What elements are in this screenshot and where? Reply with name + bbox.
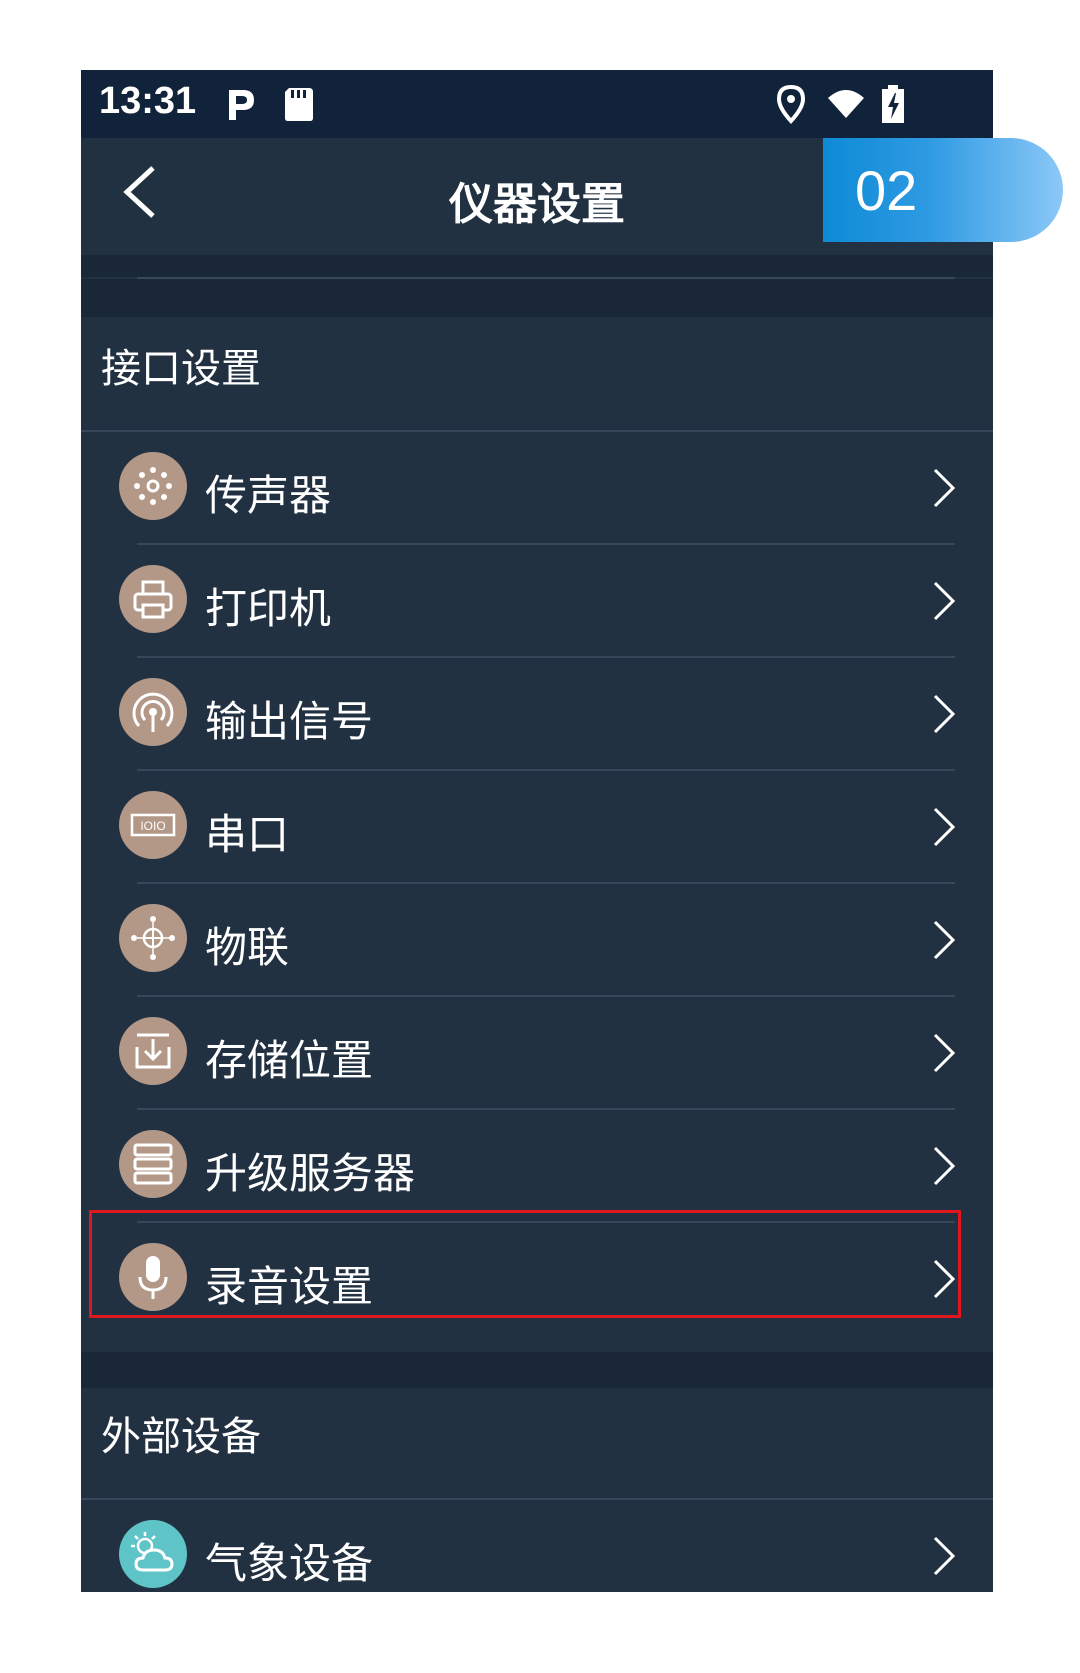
list-item-weather-device[interactable]: 气象设备 <box>81 1500 993 1592</box>
parking-icon <box>221 84 261 124</box>
list-item-label: 物联 <box>205 923 290 972</box>
chevron-right-icon <box>933 468 956 508</box>
separator-band <box>81 1352 993 1388</box>
battery-charging-icon <box>878 84 908 124</box>
signal-broadcast-icon <box>119 678 187 746</box>
location-icon <box>771 84 811 124</box>
chevron-right-icon <box>933 1033 956 1073</box>
status-bar: 13:31 <box>81 70 993 138</box>
section-title-interface: 接口设置 <box>101 346 261 392</box>
storage-download-icon <box>119 1017 187 1085</box>
chevron-right-icon <box>933 581 956 621</box>
step-badge-number: 02 <box>855 159 918 222</box>
chevron-right-icon <box>933 1146 956 1186</box>
list-item-storage-location[interactable]: 存储位置 <box>81 997 993 1110</box>
list-item-label: 传声器 <box>205 471 332 520</box>
list-item-label: 升级服务器 <box>205 1149 416 1198</box>
serial-port-icon: IOIO <box>119 791 187 859</box>
list-item-upgrade-server[interactable]: 升级服务器 <box>81 1110 993 1223</box>
list-item-output-signal[interactable]: 输出信号 <box>81 658 993 771</box>
highlight-frame <box>89 1210 961 1318</box>
chevron-right-icon <box>933 694 956 734</box>
list-item-iot[interactable]: 物联 <box>81 884 993 997</box>
sd-card-icon <box>279 84 319 124</box>
list-item-label: 输出信号 <box>205 697 374 746</box>
list-item-label: 打印机 <box>205 584 332 633</box>
server-icon <box>119 1130 187 1198</box>
weather-cloud-sun-icon <box>119 1520 187 1588</box>
serial-port-icon-text: IOIO <box>140 819 165 833</box>
phone-screen: 13:31 仪器设置 接口设置 传声器 打印机 输出信号 IOIO 串口 物联 … <box>81 70 993 1592</box>
list-item-label: 气象设备 <box>205 1539 374 1588</box>
list-item-microphone[interactable]: 传声器 <box>81 432 993 545</box>
iot-globe-icon <box>119 904 187 972</box>
list-item-printer[interactable]: 打印机 <box>81 545 993 658</box>
list-item-recording-settings[interactable]: 录音设置 <box>81 1210 993 1336</box>
step-badge: 02 <box>823 138 1063 242</box>
separator-band <box>81 255 993 277</box>
chevron-right-icon <box>933 920 956 960</box>
printer-icon <box>119 565 187 633</box>
chevron-right-icon <box>933 1536 956 1576</box>
chevron-right-icon <box>933 807 956 847</box>
status-time: 13:31 <box>99 80 197 122</box>
wifi-icon <box>826 84 866 124</box>
list-item-label: 存储位置 <box>205 1036 374 1085</box>
section-title-external-devices: 外部设备 <box>101 1414 261 1460</box>
microphone-mesh-icon <box>119 452 187 520</box>
list-item-serial-port[interactable]: IOIO 串口 <box>81 771 993 884</box>
list-item-label: 串口 <box>205 810 290 859</box>
separator-band <box>81 279 993 317</box>
